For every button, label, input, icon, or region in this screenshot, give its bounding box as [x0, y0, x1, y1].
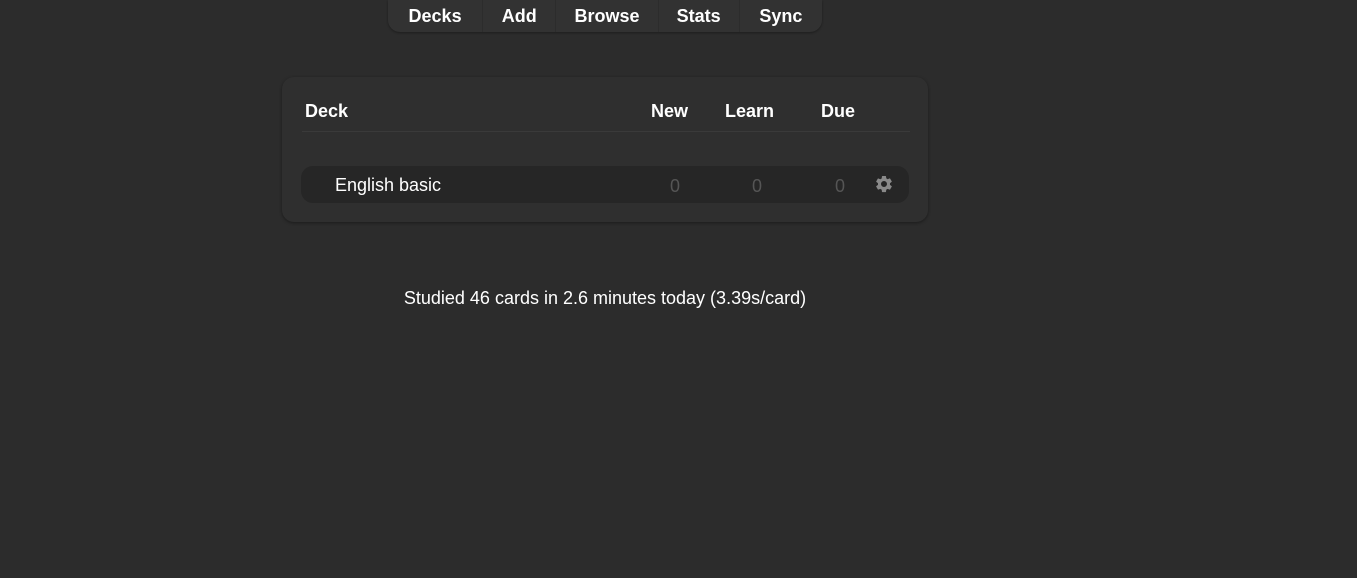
header-new: New	[651, 101, 689, 121]
deck-name-link[interactable]: English basic	[335, 175, 441, 196]
header-due: Due	[821, 101, 856, 121]
deck-row: English basic 0 0 0	[301, 166, 909, 203]
toolbar-decks-button[interactable]: Decks	[388, 0, 484, 32]
toolbar-stats-button[interactable]: Stats	[659, 0, 740, 32]
toolbar-browse-button[interactable]: Browse	[556, 0, 659, 32]
deck-new-count: 0	[669, 176, 680, 196]
toolbar-sync-button[interactable]: Sync	[740, 0, 822, 32]
header-deck: Deck	[305, 101, 349, 121]
study-summary: Studied 46 cards in 2.6 minutes today (3…	[403, 288, 807, 308]
deck-due-count: 0	[834, 176, 845, 196]
gear-icon[interactable]	[874, 174, 894, 194]
toolbar-add-button[interactable]: Add	[483, 0, 557, 32]
top-toolbar: Decks Add Browse Stats Sync	[388, 0, 822, 32]
main-screen: Decks Add Browse Stats Sync Deck New Lea…	[0, 0, 1357, 578]
deck-table-header: Deck New Learn Due	[302, 97, 910, 132]
header-learn: Learn	[725, 101, 775, 121]
deck-list-panel: Deck New Learn Due English basic 0 0 0	[282, 77, 928, 222]
deck-learn-count: 0	[751, 176, 762, 196]
